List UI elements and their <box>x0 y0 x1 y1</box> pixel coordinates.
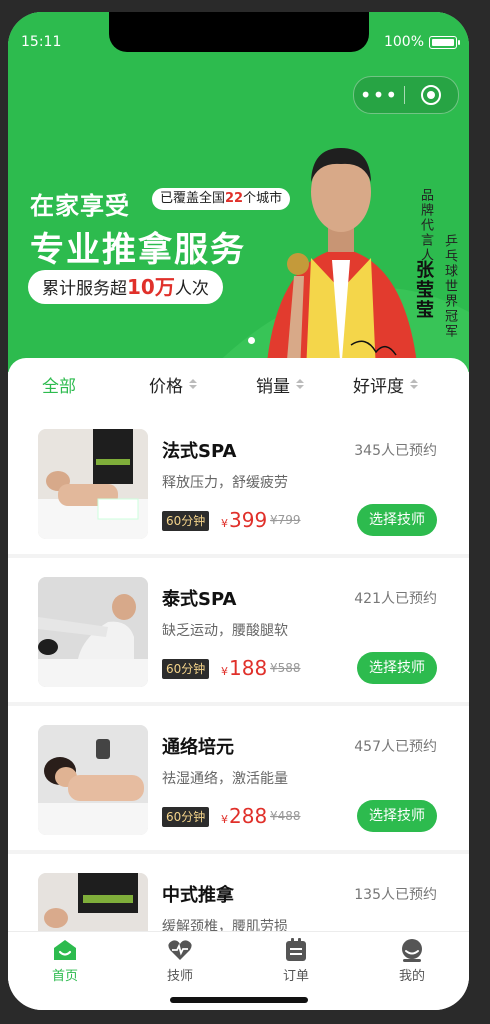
battery-status: 100% <box>383 34 460 50</box>
filter-all[interactable]: 全部 <box>42 372 76 397</box>
sort-arrows-icon <box>189 379 197 389</box>
filter-price-label: 价格 <box>149 376 183 397</box>
filter-price[interactable]: 价格 <box>149 372 197 397</box>
tab-order[interactable]: 订单 <box>256 938 336 984</box>
price-value: 399 <box>229 508 268 532</box>
original-price: ¥488 <box>270 809 301 823</box>
coverage-number: 22 <box>225 191 244 206</box>
price-value: 188 <box>229 656 268 680</box>
phone-screen: ••• 在家享受 已覆盖全国22个城市 专业推拿服务 累计服务超10万人次 品牌… <box>8 12 469 1010</box>
profile-icon <box>402 939 422 962</box>
notch <box>109 12 369 52</box>
tab-home-label: 首页 <box>51 969 78 984</box>
service-description: 缺乏运动，腰酸腿软 <box>162 623 288 639</box>
service-title: 中式推拿 <box>162 885 234 906</box>
sort-arrows-icon <box>410 379 418 389</box>
service-title: 通络培元 <box>162 737 234 758</box>
price-value: 288 <box>229 804 268 828</box>
service-description: 释放压力，舒缓疲劳 <box>162 475 288 491</box>
filter-bar: 全部 价格 销量 好评度 <box>8 358 469 410</box>
choose-technician-button[interactable]: 选择技师 <box>357 504 437 536</box>
spokesperson-image <box>266 148 418 372</box>
tab-technician[interactable]: 技师 <box>140 938 220 984</box>
served-badge: 累计服务超10万人次 <box>28 270 223 304</box>
currency-symbol: ¥ <box>221 813 228 826</box>
service-price: ¥399 <box>221 508 267 532</box>
tab-order-label: 订单 <box>282 969 309 984</box>
currency-symbol: ¥ <box>221 517 228 530</box>
choose-technician-button[interactable]: 选择技师 <box>357 800 437 832</box>
choose-technician-button[interactable]: 选择技师 <box>357 652 437 684</box>
service-title: 法式SPA <box>162 441 237 462</box>
brand-ambassador-label: 品牌代言人 <box>418 188 433 263</box>
filter-rating[interactable]: 好评度 <box>353 372 418 397</box>
close-miniprogram-icon[interactable] <box>405 85 457 105</box>
served-suffix: 人次 <box>174 279 209 299</box>
served-number: 10万 <box>127 275 175 299</box>
more-icon[interactable]: ••• <box>354 77 404 113</box>
filter-sales-label: 销量 <box>256 376 290 397</box>
banner-headline-2: 专业推拿服务 <box>30 230 246 270</box>
tab-mine-label: 我的 <box>398 969 425 984</box>
booking-count: 345人已预约 <box>354 443 437 459</box>
order-list-icon <box>286 938 306 961</box>
original-price: ¥799 <box>270 513 301 527</box>
service-price: ¥288 <box>221 804 267 828</box>
miniprogram-capsule[interactable]: ••• <box>353 76 459 114</box>
service-thumbnail <box>38 725 148 835</box>
status-time: 15:11 <box>21 34 62 50</box>
ambassador-name: 张莹莹 <box>413 260 434 320</box>
duration-badge: 60分钟 <box>162 659 210 679</box>
promo-banner[interactable]: ••• 在家享受 已覆盖全国22个城市 专业推拿服务 累计服务超10万人次 品牌… <box>8 12 469 372</box>
served-prefix: 累计服务超 <box>42 279 127 299</box>
coverage-prefix: 已覆盖全国 <box>160 191 226 206</box>
champion-title: 乒乓球世界冠军 <box>442 234 457 339</box>
booking-count: 135人已预约 <box>354 887 437 903</box>
home-icon <box>54 940 76 960</box>
service-title: 泰式SPA <box>162 589 237 610</box>
home-indicator <box>170 997 308 1003</box>
tab-home[interactable]: 首页 <box>25 938 105 984</box>
currency-symbol: ¥ <box>221 665 228 678</box>
battery-icon <box>429 35 460 49</box>
filter-all-label: 全部 <box>42 376 76 397</box>
booking-count: 421人已预约 <box>354 591 437 607</box>
banner-headline-1: 在家享受 <box>30 192 130 220</box>
tab-mine[interactable]: 我的 <box>372 938 452 984</box>
service-card[interactable]: 通络培元 457人已预约 祛湿通络，激活能量 60分钟 ¥288 ¥488 选择… <box>8 706 469 850</box>
duration-badge: 60分钟 <box>162 511 210 531</box>
service-card[interactable]: 泰式SPA 421人已预约 缺乏运动，腰酸腿软 60分钟 ¥188 ¥588 选… <box>8 558 469 702</box>
service-card[interactable]: 法式SPA 345人已预约 释放压力，舒缓疲劳 60分钟 ¥399 ¥799 选… <box>8 410 469 554</box>
booking-count: 457人已预约 <box>354 739 437 755</box>
service-price: ¥188 <box>221 656 267 680</box>
duration-badge: 60分钟 <box>162 807 210 827</box>
carousel-indicator <box>248 337 255 344</box>
sort-arrows-icon <box>296 379 304 389</box>
filter-rating-label: 好评度 <box>353 376 404 397</box>
heart-pulse-icon <box>168 940 192 960</box>
tab-technician-label: 技师 <box>166 969 193 984</box>
service-thumbnail <box>38 429 148 539</box>
service-description: 祛湿通络，激活能量 <box>162 771 288 787</box>
battery-percent: 100% <box>383 34 424 50</box>
filter-sales[interactable]: 销量 <box>256 372 304 397</box>
bottom-tab-bar: 首页 技师 订单 我的 <box>8 931 469 1010</box>
service-thumbnail <box>38 577 148 687</box>
original-price: ¥588 <box>270 661 301 675</box>
